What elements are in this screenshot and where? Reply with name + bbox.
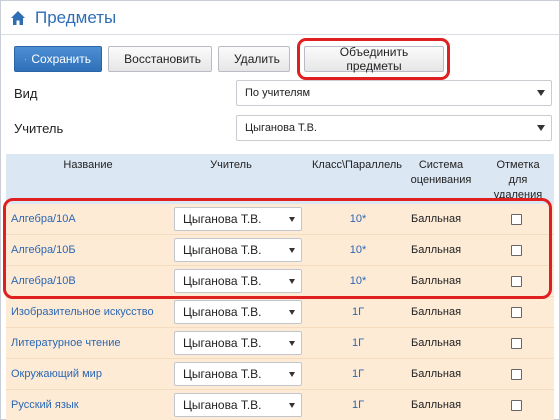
subject-name-link[interactable]: Алгебра/10Б [11, 244, 76, 256]
row-class-link[interactable]: 1Г [328, 399, 388, 411]
row-grading-system: Балльная [410, 368, 462, 380]
subject-name-link[interactable]: Алгебра/10В [11, 275, 76, 287]
column-header-grading-system[interactable]: Система оценивания [406, 158, 476, 188]
row-class-link[interactable]: 10* [328, 213, 388, 225]
table-row: Алгебра/10А Цыганова Т.В. 10* Балльная [6, 204, 554, 235]
row-delete-checkbox[interactable] [511, 307, 522, 318]
row-delete-checkbox[interactable] [511, 369, 522, 380]
chevron-down-icon [289, 217, 295, 222]
teacher-select[interactable]: Цыганова Т.В. [236, 115, 552, 141]
page-title: Предметы [35, 7, 117, 27]
table-row: Алгебра/10Б Цыганова Т.В. 10* Балльная [6, 235, 554, 266]
row-teacher-select[interactable]: Цыганова Т.В. [174, 393, 302, 417]
row-teacher-select[interactable]: Цыганова Т.В. [174, 238, 302, 262]
subject-name-link[interactable]: Изобразительное искусство [11, 306, 154, 318]
row-delete-checkbox[interactable] [511, 400, 522, 411]
chevron-down-icon [289, 279, 295, 284]
row-grading-system: Балльная [410, 337, 462, 349]
column-header-class[interactable]: Класс\Параллель [308, 158, 406, 173]
row-class-link[interactable]: 1Г [328, 337, 388, 349]
teacher-row: Учитель [14, 121, 63, 136]
merge-subjects-button[interactable]: Объединить предметы [304, 45, 444, 73]
save-label: Сохранить [31, 52, 91, 66]
chevron-down-icon [289, 248, 295, 253]
delete-label: Удалить [234, 52, 280, 66]
save-button[interactable]: Сохранить [14, 46, 102, 72]
row-grading-system: Балльная [410, 244, 462, 256]
table-row: Русский язык Цыганова Т.В. 1Г Балльная [6, 390, 554, 420]
view-select-value: По учителям [245, 87, 311, 99]
toolbar: Сохранить Восстановить Удалить Объединит… [14, 38, 450, 80]
chevron-down-icon [289, 310, 295, 315]
teacher-select-value: Цыганова Т.В. [245, 122, 317, 134]
row-teacher-select[interactable]: Цыганова Т.В. [174, 331, 302, 355]
merge-button-wrapper: Объединить предметы [297, 38, 450, 80]
row-class-link[interactable]: 10* [328, 275, 388, 287]
row-teacher-select[interactable]: Цыганова Т.В. [174, 207, 302, 231]
save-icon [25, 58, 27, 60]
row-delete-checkbox[interactable] [511, 338, 522, 349]
row-grading-system: Балльная [410, 399, 462, 411]
row-teacher-select[interactable]: Цыганова Т.В. [174, 300, 302, 324]
table-row: Литературное чтение Цыганова Т.В. 1Г Бал… [6, 328, 554, 359]
row-class-link[interactable]: 1Г [328, 368, 388, 380]
row-class-link[interactable]: 10* [328, 244, 388, 256]
subject-name-link[interactable]: Окружающий мир [11, 368, 102, 380]
chevron-down-icon [289, 403, 295, 408]
column-header-name[interactable]: Название [56, 158, 120, 173]
subject-name-link[interactable]: Алгебра/10А [11, 213, 76, 225]
view-label: Вид [14, 86, 38, 101]
chevron-down-icon [537, 90, 545, 96]
row-grading-system: Балльная [410, 306, 462, 318]
view-select[interactable]: По учителям [236, 80, 552, 106]
delete-button[interactable]: Удалить [218, 46, 290, 72]
row-teacher-select[interactable]: Цыганова Т.В. [174, 269, 302, 293]
table-header: Название Учитель Класс\Параллель Система… [6, 154, 554, 204]
chevron-down-icon [289, 341, 295, 346]
row-grading-system: Балльная [410, 275, 462, 287]
merge-label: Объединить предметы [339, 45, 409, 73]
row-class-link[interactable]: 1Г [328, 306, 388, 318]
row-teacher-select[interactable]: Цыганова Т.В. [174, 362, 302, 386]
row-delete-checkbox[interactable] [511, 276, 522, 287]
title-bar: Предметы [1, 1, 559, 35]
subject-name-link[interactable]: Русский язык [11, 399, 79, 411]
row-delete-checkbox[interactable] [511, 245, 522, 256]
view-row: Вид [14, 86, 38, 101]
table-row: Изобразительное искусство Цыганова Т.В. … [6, 297, 554, 328]
home-icon[interactable] [10, 10, 26, 26]
table-row: Окружающий мир Цыганова Т.В. 1Г Балльная [6, 359, 554, 390]
table-row: Алгебра/10В Цыганова Т.В. 10* Балльная [6, 266, 554, 297]
row-delete-checkbox[interactable] [511, 214, 522, 225]
chevron-down-icon [537, 125, 545, 131]
column-header-teacher[interactable]: Учитель [196, 158, 266, 173]
column-header-delete-mark[interactable]: Отметка для удаления [486, 158, 550, 203]
teacher-label: Учитель [14, 121, 64, 136]
row-grading-system: Балльная [410, 213, 462, 225]
restore-label: Восстановить [124, 52, 201, 66]
chevron-down-icon [289, 372, 295, 377]
subject-name-link[interactable]: Литературное чтение [11, 337, 121, 349]
restore-button[interactable]: Восстановить [108, 46, 212, 72]
